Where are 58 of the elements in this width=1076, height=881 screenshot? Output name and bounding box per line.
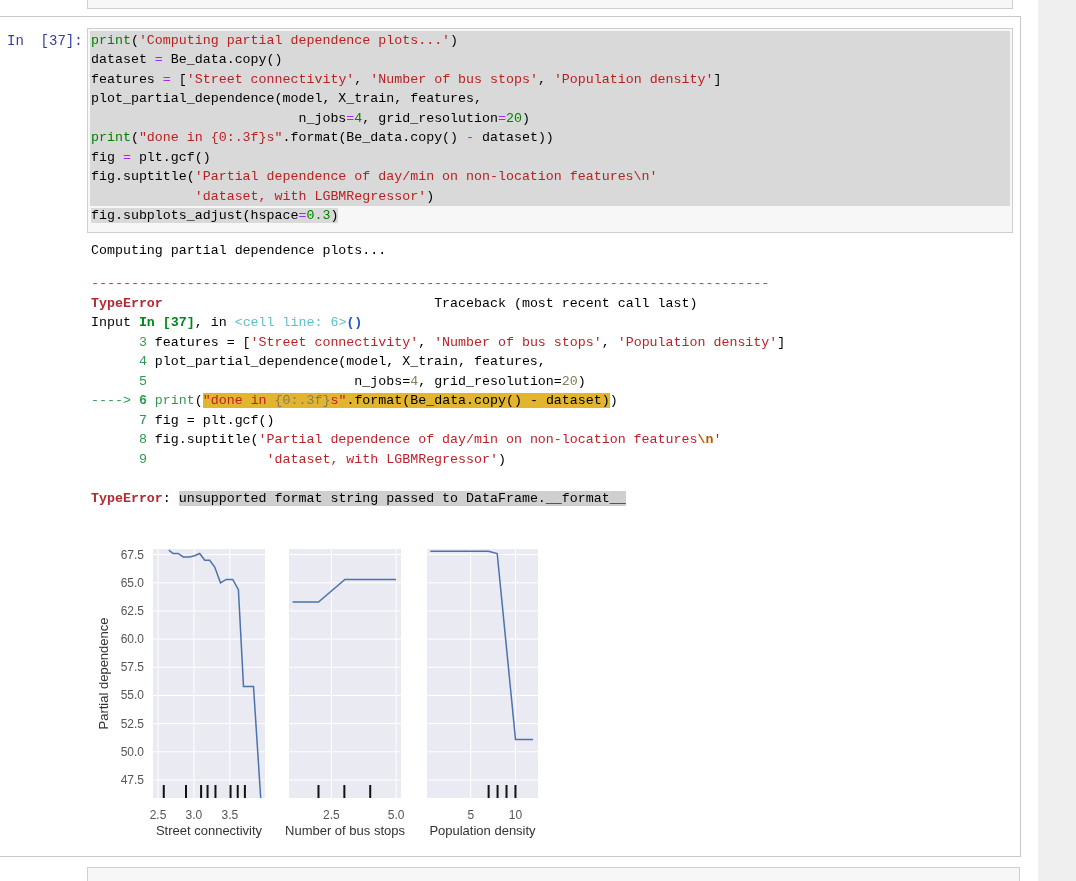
rug-tick: [206, 784, 209, 800]
rug-tick: [505, 784, 508, 800]
tick-label: 5.0: [387, 808, 405, 823]
rug-tick: [200, 784, 203, 800]
code-line: dataset = Be_data.copy(): [91, 52, 283, 68]
traceback-line: Input In [37], in <cell line: 6>(): [91, 314, 364, 333]
tick-label: 5: [467, 808, 475, 823]
traceback-line: 9 'dataset, with LGBMRegressor'): [137, 450, 507, 469]
output-text: Computing partial dependence plots...: [91, 241, 388, 260]
code-line: fig = plt.gcf(): [91, 149, 211, 165]
traceback-line: -------------------------------------------------------------------------------------: [91, 275, 771, 294]
rug-tick: [496, 784, 499, 800]
tick-label: 60.0: [120, 632, 144, 647]
traceback-line: 7 fig = plt.gcf(): [137, 411, 276, 430]
tick-label: 50.0: [120, 745, 144, 760]
traceback-line: ----> 6 print("done in {0:.3f}s".format(Be_data.copy() - dataset)): [91, 392, 619, 411]
rug-tick: [162, 784, 165, 800]
code-line: features = ['Street connectivity', 'Number of bus stops', 'Population density']: [91, 71, 722, 87]
code-line: plot_partial_dependence(model, X_train, features,: [91, 91, 482, 107]
tick-label: 2.5: [323, 808, 340, 823]
axis-label: Street connectivity: [155, 823, 263, 839]
traceback-line: TypeError Traceback (most recent call last): [91, 294, 699, 313]
code-line: print('Computing partial dependence plots...'): [91, 32, 459, 48]
traceback-line: 4 plot_partial_dependence(model, X_train, features,: [137, 353, 547, 372]
tick-label: 3.0: [185, 808, 203, 823]
tick-label: 67.5: [120, 548, 144, 563]
axis-label: Partial dependence: [96, 617, 111, 730]
tick-label: 65.0: [120, 576, 144, 591]
traceback-line: 3 features = ['Street connectivity', 'Number of bus stops', 'Population density']: [137, 333, 787, 352]
traceback-line: 5 n_jobs=4, grid_resolution=20): [137, 372, 587, 391]
rug-tick: [343, 784, 346, 800]
code-line: print("done in {0:.3f}s".format(Be_data.copy() - dataset)): [91, 130, 554, 146]
rug-tick: [487, 784, 490, 800]
tick-label: 2.5: [149, 808, 167, 823]
code-editor[interactable]: [87, 27, 1013, 233]
tick-label: 10: [508, 808, 523, 823]
code-line: n_jobs=4, grid_resolution=20): [297, 110, 530, 126]
code-line: fig.suptitle('Partial dependence of day/min on non-location features\n': [91, 169, 658, 185]
rug-tick: [229, 784, 232, 800]
tick-label: 57.5: [120, 660, 144, 675]
rug-tick: [317, 784, 320, 800]
rug-tick: [236, 784, 239, 800]
tick-label: 3.5: [221, 808, 239, 823]
rug-tick: [185, 784, 188, 800]
code-line: 'dataset, with LGBMRegressor'): [193, 188, 435, 204]
rug-tick: [214, 784, 217, 800]
axis-label: Population density: [429, 823, 536, 839]
tick-label: 62.5: [120, 604, 144, 619]
rug-tick: [514, 784, 517, 800]
rug-tick: [243, 784, 246, 800]
tick-label: 52.5: [120, 717, 144, 732]
axis-label: Number of bus stops: [285, 823, 405, 839]
rug-tick: [369, 784, 372, 800]
cell-prompt: In [37]:: [6, 31, 84, 48]
error-message: TypeError: unsupported format string passed to DataFrame.__format__: [91, 489, 627, 508]
tick-label: 47.5: [120, 773, 144, 788]
tick-label: 55.0: [120, 688, 144, 703]
traceback-line: 8 fig.suptitle('Partial dependence of day/min on non-location features\n': [137, 431, 723, 450]
